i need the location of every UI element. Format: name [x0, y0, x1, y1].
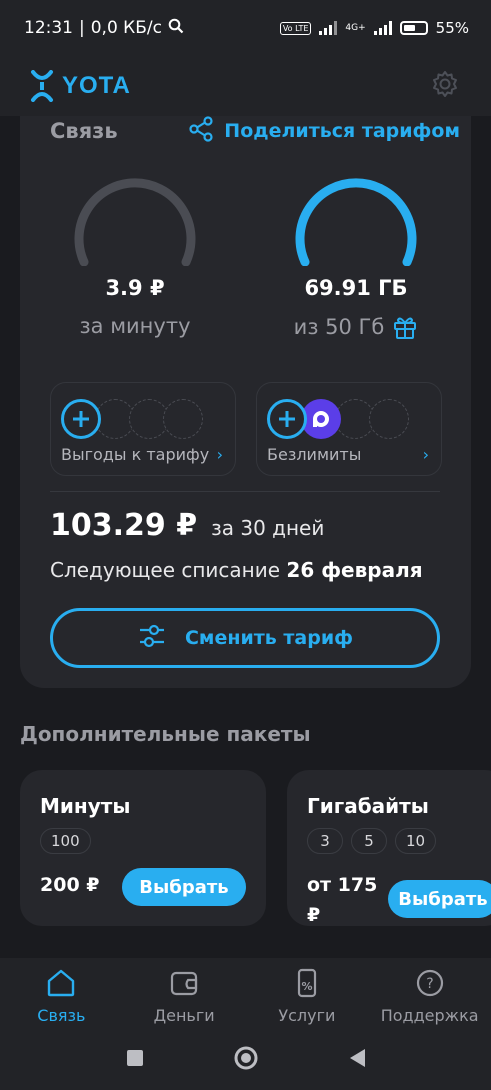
package-options: 100: [40, 828, 91, 854]
empty-slot-icon: [369, 399, 409, 439]
package-price: от 175: [307, 874, 378, 896]
chevron-right-icon: ›: [422, 445, 429, 464]
yota-logo-icon: [31, 70, 53, 102]
wallet-icon: [168, 968, 200, 1002]
minutes-gauge: 3.9 ₽ за минуту: [50, 166, 220, 338]
home-icon: [45, 968, 77, 1002]
status-speed: 0,0 КБ/с: [90, 18, 162, 38]
card-title: Связь: [50, 119, 118, 143]
back-icon[interactable]: [347, 1047, 367, 1073]
battery-icon: [399, 21, 428, 35]
package-price-currency: ₽: [307, 904, 321, 926]
minute-caption: за минуту: [79, 314, 191, 338]
connection-card: Связь Поделиться тарифом 3.9 ₽ за минуту: [20, 115, 471, 688]
benefits-label: Выгоды к тарифу: [61, 445, 210, 464]
nav-item-connection[interactable]: Связь: [0, 958, 123, 1030]
package-options: 3 5 10: [307, 828, 437, 854]
section-title-packages: Дополнительные пакеты: [20, 722, 311, 746]
package-chip[interactable]: 10: [395, 828, 437, 854]
package-chip[interactable]: 3: [307, 828, 343, 854]
volte-icon: Vo LTE: [279, 21, 312, 35]
status-bar: 12:31 | 0,0 КБ/с Vo LTE 4G+ 55%: [0, 0, 491, 56]
battery-level: 55%: [435, 19, 469, 37]
tariff-price-row: 103.29 ₽ за 30 дней: [50, 508, 324, 543]
app-bar: YOTA: [0, 56, 491, 116]
package-price: 200 ₽: [40, 874, 100, 896]
logo-text: YOTA: [62, 72, 131, 99]
signal-icon-2: [373, 21, 392, 35]
nav-label: Поддержка: [380, 1006, 479, 1025]
gear-icon[interactable]: [431, 70, 459, 102]
svg-text:?: ?: [426, 976, 433, 992]
next-charge-date: 26 февраля: [286, 558, 423, 582]
phone-percent-icon: %: [291, 968, 323, 1002]
change-tariff-label: Сменить тариф: [184, 627, 354, 649]
change-tariff-button[interactable]: Сменить тариф: [50, 608, 440, 668]
tariff-price: 103.29 ₽: [50, 508, 198, 543]
select-minutes-button[interactable]: Выбрать: [122, 868, 246, 906]
share-icon: [188, 115, 214, 147]
share-label: Поделиться тарифом: [224, 120, 460, 142]
recent-apps-icon[interactable]: [125, 1048, 145, 1072]
gift-icon[interactable]: [392, 314, 418, 340]
package-title: Гигабайты: [307, 794, 429, 818]
package-chip[interactable]: 100: [40, 828, 91, 854]
yota-logo: YOTA: [30, 70, 131, 102]
data-remaining: 69.91 ГБ: [304, 276, 408, 300]
sliders-icon: [137, 621, 167, 656]
benefits-tile[interactable]: Выгоды к тарифу ›: [50, 382, 236, 476]
share-tariff-button[interactable]: Поделиться тарифом: [188, 115, 460, 147]
help-icon: ?: [414, 968, 446, 1002]
signal-icon: [319, 21, 338, 35]
data-gauge: 69.91 ГБ из 50 Гб: [271, 166, 441, 340]
chevron-right-icon: ›: [216, 445, 223, 464]
next-charge-label: Следующее списание: [50, 558, 281, 582]
unlimited-label: Безлимиты: [267, 445, 362, 464]
package-card-gigabytes: Гигабайты 3 5 10 от 175 ₽ Выбрать: [287, 770, 491, 926]
nav-label: Услуги: [278, 1006, 336, 1025]
nav-item-support[interactable]: ? Поддержка: [368, 958, 491, 1030]
messenger-app-icon: [301, 399, 341, 439]
minute-price: 3.9 ₽: [105, 276, 165, 300]
search-icon: [168, 18, 184, 39]
select-gigabytes-button[interactable]: Выбрать: [388, 880, 491, 918]
tariff-period: за 30 дней: [211, 516, 325, 540]
card-header: Связь Поделиться тарифом: [50, 115, 460, 147]
plus-icon: [61, 399, 101, 439]
unlimited-tile[interactable]: Безлимиты ›: [256, 382, 442, 476]
system-nav-bar: [0, 1030, 491, 1090]
home-button-icon[interactable]: [233, 1045, 259, 1075]
network-type: 4G+: [345, 23, 366, 33]
divider: [50, 491, 440, 492]
package-chip[interactable]: 5: [351, 828, 387, 854]
plus-icon: [267, 399, 307, 439]
nav-item-money[interactable]: Деньги: [123, 958, 246, 1030]
data-caption: из 50 Гб: [271, 314, 441, 340]
package-card-minutes: Минуты 100 200 ₽ Выбрать: [20, 770, 266, 926]
nav-label: Деньги: [153, 1006, 215, 1025]
data-gauge-arc: [295, 178, 417, 266]
minutes-gauge-arc: [74, 178, 196, 266]
package-title: Минуты: [40, 794, 131, 818]
bottom-nav: Связь Деньги % Услуги ? Поддержка: [0, 958, 491, 1030]
status-time: 12:31: [24, 18, 73, 38]
nav-label: Связь: [37, 1006, 86, 1025]
next-charge: Следующее списание 26 февраля: [50, 558, 423, 582]
nav-item-services[interactable]: % Услуги: [246, 958, 369, 1030]
svg-text:%: %: [301, 980, 312, 993]
empty-slot-icon: [163, 399, 203, 439]
